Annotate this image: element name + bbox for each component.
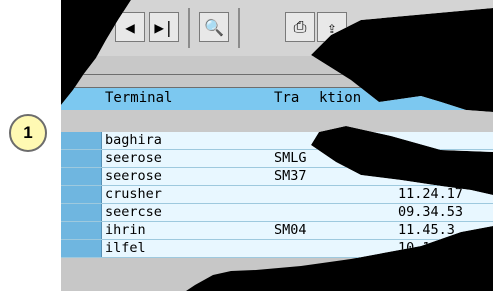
cell-terminal: seerose xyxy=(105,168,162,184)
column-header-transaction[interactable]: Tra xyxy=(274,90,299,106)
previous-page-button[interactable]: ◀ xyxy=(115,12,145,42)
cell-terminal: seerose xyxy=(105,150,162,166)
cell-transaction: SM37 xyxy=(274,168,307,184)
cell-time: 09.34 xyxy=(398,150,439,166)
list-header-band xyxy=(61,56,493,74)
toolbar-separator xyxy=(238,8,240,48)
row-selector[interactable] xyxy=(61,222,102,239)
sap-list-window: ◀ ▶| 🔍 ⎙ ⇪ Terminal Tra ktion baghira se… xyxy=(61,0,493,291)
toolbar-separator xyxy=(188,8,190,48)
row-selector[interactable] xyxy=(61,186,102,203)
table-row[interactable]: seerose SMLG 09.34 xyxy=(61,150,493,168)
last-page-icon: ▶| xyxy=(154,17,174,37)
cell-transaction: SMLG xyxy=(274,150,307,166)
application-toolbar: ◀ ▶| 🔍 ⎙ ⇪ xyxy=(61,0,493,57)
table-row[interactable]: baghira xyxy=(61,132,493,150)
table-row[interactable]: crusher 11.24.17 xyxy=(61,186,493,204)
cell-time: 10.1 xyxy=(398,240,431,256)
spotlight-mask: ◀ ▶| 🔍 ⎙ ⇪ Terminal Tra ktion baghira se… xyxy=(61,0,493,291)
table-row[interactable]: seerose SM37 09.14.1 xyxy=(61,168,493,186)
cell-terminal: crusher xyxy=(105,186,162,202)
callout-number: 1 xyxy=(23,123,33,142)
cell-terminal: ihrin xyxy=(105,222,146,238)
column-header-transaction-suffix: ktion xyxy=(319,90,362,106)
step-callout: 1 xyxy=(9,114,47,152)
find-button[interactable]: 🔍 xyxy=(199,12,229,42)
cell-time: 09.14.1 xyxy=(398,168,455,184)
column-header-row: Terminal Tra ktion xyxy=(61,88,493,110)
table-row[interactable]: ilfel 10.1 xyxy=(61,240,493,258)
cell-time: 11.24.17 xyxy=(398,186,464,202)
table-row[interactable]: seercse 09.34.53 xyxy=(61,204,493,222)
table-row[interactable]: ihrin SM04 11.45.3 xyxy=(61,222,493,240)
row-selector[interactable] xyxy=(61,168,102,185)
cell-transaction: SM04 xyxy=(274,222,307,238)
print-button[interactable]: ⎙ xyxy=(285,12,315,42)
spotlight-shape: ◀ ▶| 🔍 ⎙ ⇪ Terminal Tra ktion baghira se… xyxy=(61,0,493,291)
divider xyxy=(61,74,493,75)
row-selector[interactable] xyxy=(61,150,102,167)
cell-terminal: seercse xyxy=(105,204,162,220)
cell-time: 09.34.53 xyxy=(398,204,464,220)
separator-row xyxy=(61,110,493,132)
row-selector[interactable] xyxy=(61,204,102,221)
column-header-terminal[interactable]: Terminal xyxy=(105,90,172,106)
user-list: baghira seerose SMLG 09.34 seerose SM37 09.1… xyxy=(61,132,493,258)
previous-page-icon: ◀ xyxy=(125,17,135,37)
export-icon: ⇪ xyxy=(327,17,337,37)
cell-terminal: ilfel xyxy=(105,240,146,256)
find-icon: 🔍 xyxy=(204,17,224,37)
print-icon: ⎙ xyxy=(293,17,307,36)
row-selector[interactable] xyxy=(61,240,102,257)
last-page-button[interactable]: ▶| xyxy=(149,12,179,42)
row-selector[interactable] xyxy=(61,132,102,149)
cell-time: 11.45.3 xyxy=(398,222,455,238)
export-button[interactable]: ⇪ xyxy=(317,12,347,42)
cell-terminal: baghira xyxy=(105,132,162,148)
